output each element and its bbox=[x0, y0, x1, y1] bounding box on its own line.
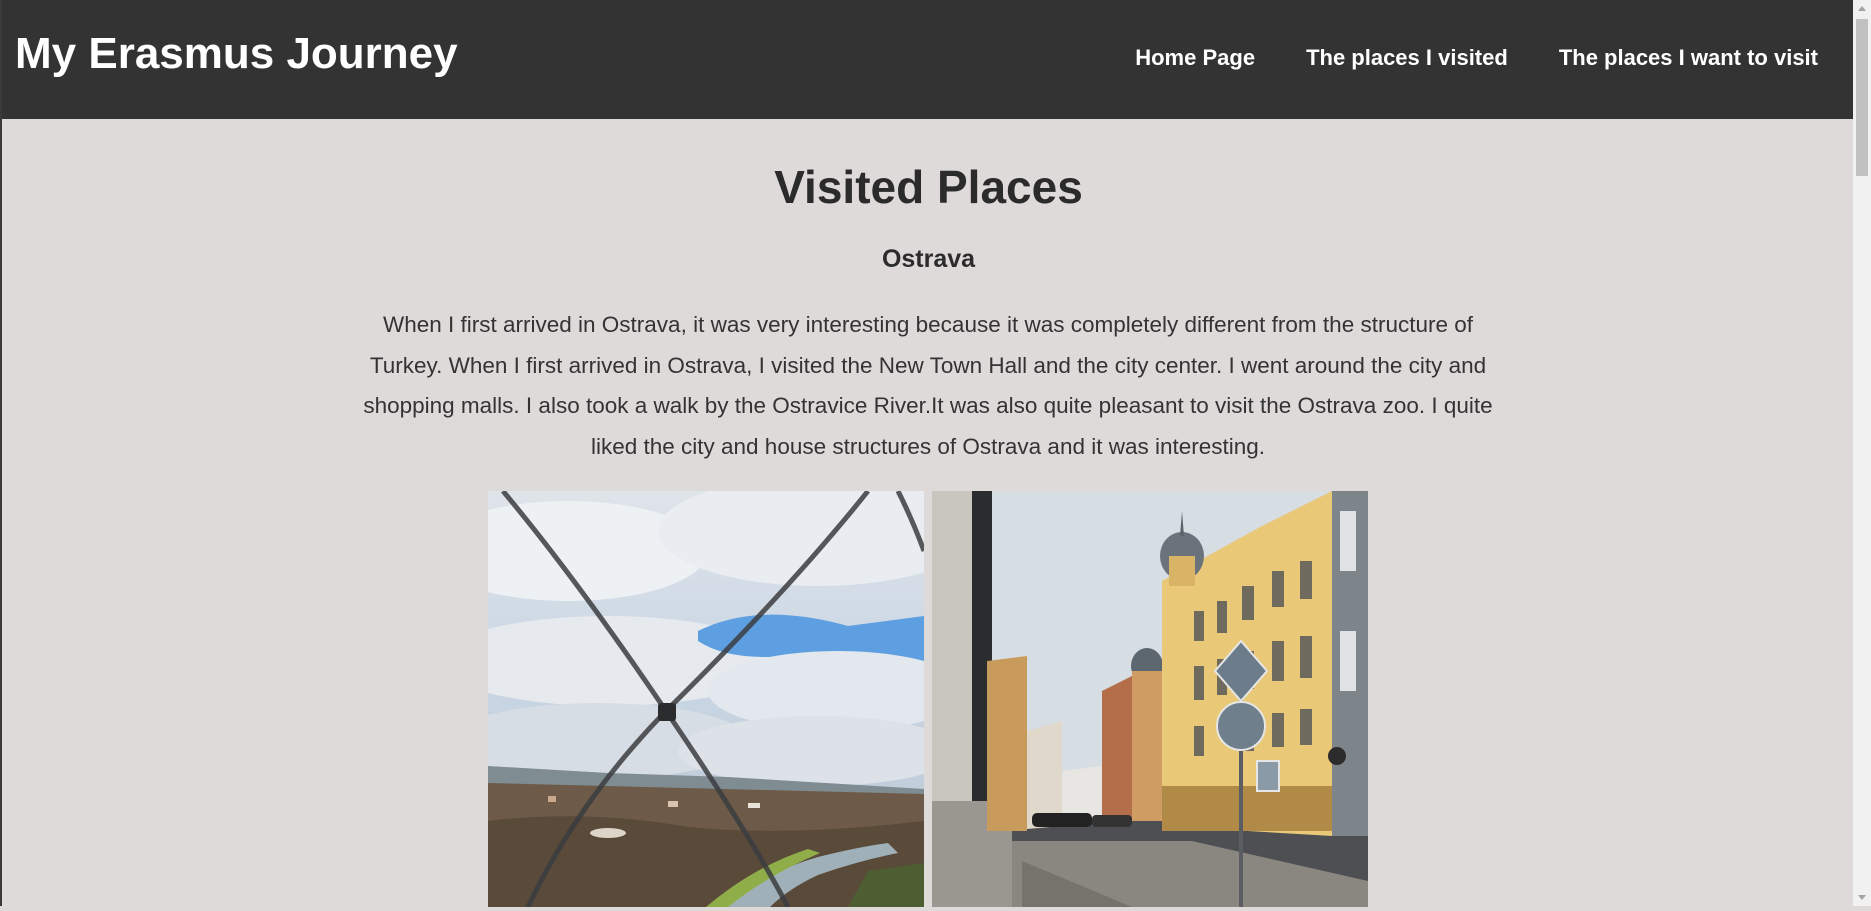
scrollbar-thumb[interactable] bbox=[1856, 19, 1868, 176]
main-nav: Home Page The places I visited The place… bbox=[1084, 44, 1818, 72]
page-heading: Visited Places bbox=[774, 161, 1083, 213]
photo-street-view bbox=[932, 491, 1368, 907]
site-header: My Erasmus Journey Home Page The places … bbox=[2, 0, 1855, 119]
nav-link-visited-places[interactable]: The places I visited bbox=[1306, 44, 1508, 72]
river-view-image bbox=[488, 491, 924, 907]
scroll-down-arrow-icon[interactable] bbox=[1853, 889, 1871, 906]
city-description: When I first arrived in Ostrava, it was … bbox=[363, 312, 1493, 459]
site-title: My Erasmus Journey bbox=[15, 29, 458, 78]
vertical-scrollbar[interactable] bbox=[1853, 0, 1871, 906]
photo-river-view bbox=[488, 491, 924, 907]
page: My Erasmus Journey Home Page The places … bbox=[0, 0, 1855, 907]
city-heading: Ostrava bbox=[881, 245, 976, 273]
street-view-image bbox=[932, 491, 1368, 907]
nav-link-places-to-visit[interactable]: The places I want to visit bbox=[1559, 44, 1818, 72]
nav-link-home[interactable]: Home Page bbox=[1135, 44, 1255, 72]
scroll-up-arrow-icon[interactable] bbox=[1853, 0, 1871, 17]
main-content: Visited Places Ostrava When I first arri… bbox=[2, 119, 1855, 907]
